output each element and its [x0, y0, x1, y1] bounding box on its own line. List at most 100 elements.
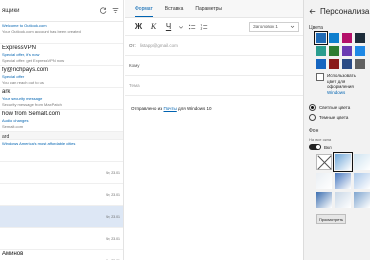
radio-dark[interactable]: Темные цвета: [304, 111, 370, 121]
background-thumbnail[interactable]: [354, 173, 370, 189]
mail-list-header: ящики: [0, 0, 123, 22]
no-background-thumbnail[interactable]: [316, 154, 332, 170]
numbering-icon[interactable]: [200, 23, 208, 31]
windows-link[interactable]: Windows: [327, 90, 345, 95]
background-subtitle: На все окна: [309, 137, 332, 142]
panel-title: Персонализа: [320, 6, 370, 16]
list-item[interactable]: Чт, 23.01: [0, 184, 123, 206]
list-item[interactable]: ExpressVPN Special offer, it's now Special…: [0, 44, 123, 66]
subject-field[interactable]: Тема: [125, 76, 303, 96]
tab-insert[interactable]: Вставка: [165, 6, 184, 17]
background-thumbnail[interactable]: [316, 192, 332, 208]
background-heading: Фон: [309, 128, 319, 134]
sync-icon[interactable]: [100, 7, 107, 14]
message-body[interactable]: Отправлено из Почты для Windows 10: [125, 96, 303, 121]
background-thumbnail[interactable]: [354, 154, 370, 170]
mail-list: ящики Welcome to Outlook.com Your Outlook…: [0, 0, 124, 260]
mail-subject: Windows America's most affordable cities: [2, 141, 76, 146]
color-swatch[interactable]: [316, 46, 326, 56]
background-thumbnail[interactable]: [316, 173, 332, 189]
signature-prefix: Отправлено из: [131, 106, 164, 111]
chevron-down-icon[interactable]: [178, 24, 184, 30]
background-thumbnail[interactable]: [354, 192, 370, 208]
italic-button[interactable]: К: [148, 22, 159, 31]
color-swatch[interactable]: [329, 59, 339, 69]
filter-icon[interactable]: [112, 7, 119, 14]
mail-date: Чт, 23.01: [105, 237, 120, 241]
radio-dark-label: Темные цвета: [319, 115, 349, 120]
mail-sender: ark: [2, 89, 11, 95]
background-toggle[interactable]: [309, 144, 321, 150]
list-item[interactable]: Welcome to Outlook.com Your Outlook.com a…: [0, 22, 123, 44]
color-swatch[interactable]: [355, 46, 365, 56]
mail-app: ящики Welcome to Outlook.com Your Outlook…: [0, 0, 370, 260]
from-value: listapp@gmail.com: [139, 43, 178, 48]
color-swatch[interactable]: [329, 33, 339, 43]
background-thumbnail[interactable]: [333, 152, 353, 172]
to-field[interactable]: Кому: [125, 56, 303, 76]
mail-sender: Аминов: [2, 251, 24, 257]
tab-options[interactable]: Параметры: [195, 6, 222, 17]
mail-group-header: ard: [0, 132, 123, 140]
color-swatch[interactable]: [342, 46, 352, 56]
heading-select[interactable]: Заголовок 1: [249, 21, 299, 32]
color-swatch[interactable]: [342, 59, 352, 69]
personalization-panel: Персонализа Цвета Использовать цвет для …: [303, 0, 370, 260]
to-label: Кому: [129, 63, 140, 68]
from-field[interactable]: От: listapp@gmail.com: [125, 36, 303, 56]
color-swatches: [304, 31, 370, 69]
browse-button[interactable]: Просмотреть: [316, 214, 346, 224]
mail-preview: Special offer: get ExpressVPN now: [2, 58, 65, 63]
from-label: От:: [129, 43, 136, 48]
chevron-down-icon: [290, 25, 295, 28]
panel-header: Персонализа: [304, 0, 370, 22]
mail-preview: You can reach out to us: [2, 80, 44, 85]
heading-select-value: Заголовок 1: [253, 24, 278, 29]
color-swatch[interactable]: [355, 33, 365, 43]
signature-link[interactable]: Почты: [163, 106, 176, 111]
mail-preview: Semalt.com: [2, 124, 24, 129]
color-swatch[interactable]: [329, 46, 339, 56]
radio-light[interactable]: Светлые цвета: [304, 101, 370, 111]
background-toggle-row[interactable]: Вкл: [304, 143, 370, 151]
mail-date: Чт, 23.01: [105, 171, 120, 175]
underline-button[interactable]: Ч: [163, 22, 174, 31]
mail-preview: Your Outlook.com account has been create…: [2, 29, 81, 34]
mail-sender: ExpressVPN: [2, 45, 37, 51]
background-thumbnails: [304, 151, 370, 208]
list-item[interactable]: Чт, 23.01: [0, 206, 123, 228]
list-item[interactable]: ark Your security message Security message…: [0, 88, 123, 110]
accent-checkbox[interactable]: [316, 73, 324, 81]
bullets-icon[interactable]: [188, 23, 196, 31]
mail-sender: how from Semalt.com: [2, 111, 61, 117]
bold-button[interactable]: Ж: [133, 22, 144, 31]
list-tools: [100, 7, 119, 14]
color-swatch[interactable]: [342, 33, 352, 43]
list-item[interactable]: Windows America's most affordable cities: [0, 140, 123, 162]
tab-format[interactable]: Формат: [135, 6, 153, 17]
list-item[interactable]: Чт, 23.01: [0, 162, 123, 184]
mail-preview: Security message from MaxPatch: [2, 102, 62, 107]
accent-checkbox-row[interactable]: Использовать цвет для оформления Windows: [304, 69, 370, 95]
mail-date: Чт, 23.01: [105, 215, 120, 219]
folder-title: ящики: [2, 7, 20, 14]
color-swatch[interactable]: [316, 59, 326, 69]
accent-checkbox-text: Использовать цвет для оформления: [327, 73, 356, 89]
color-swatch[interactable]: [355, 59, 365, 69]
subject-placeholder: Тема: [129, 83, 140, 88]
background-thumbnail[interactable]: [335, 192, 351, 208]
radio-dark-dot[interactable]: [309, 114, 316, 121]
radio-light-dot[interactable]: [309, 104, 316, 111]
background-thumbnail[interactable]: [335, 173, 351, 189]
list-item[interactable]: Чт, 23.01: [0, 228, 123, 250]
list-item[interactable]: how from Semalt.com Audio changes Semalt.c…: [0, 110, 123, 132]
list-item[interactable]: АминовЧт, 23.01: [0, 250, 123, 260]
back-arrow-icon[interactable]: [309, 8, 316, 15]
list-item[interactable]: fy@richpays.com Special offer You can reac…: [0, 66, 123, 88]
radio-light-label: Светлые цвета: [319, 105, 351, 110]
mail-sender: fy@richpays.com: [2, 67, 49, 73]
compose-pane: Формат Вставка Параметры Ж К Ч Заголовок…: [125, 0, 303, 260]
color-swatch[interactable]: [314, 31, 328, 45]
compose-tabs: Формат Вставка Параметры: [125, 0, 303, 18]
colors-heading: Цвета: [309, 25, 323, 31]
